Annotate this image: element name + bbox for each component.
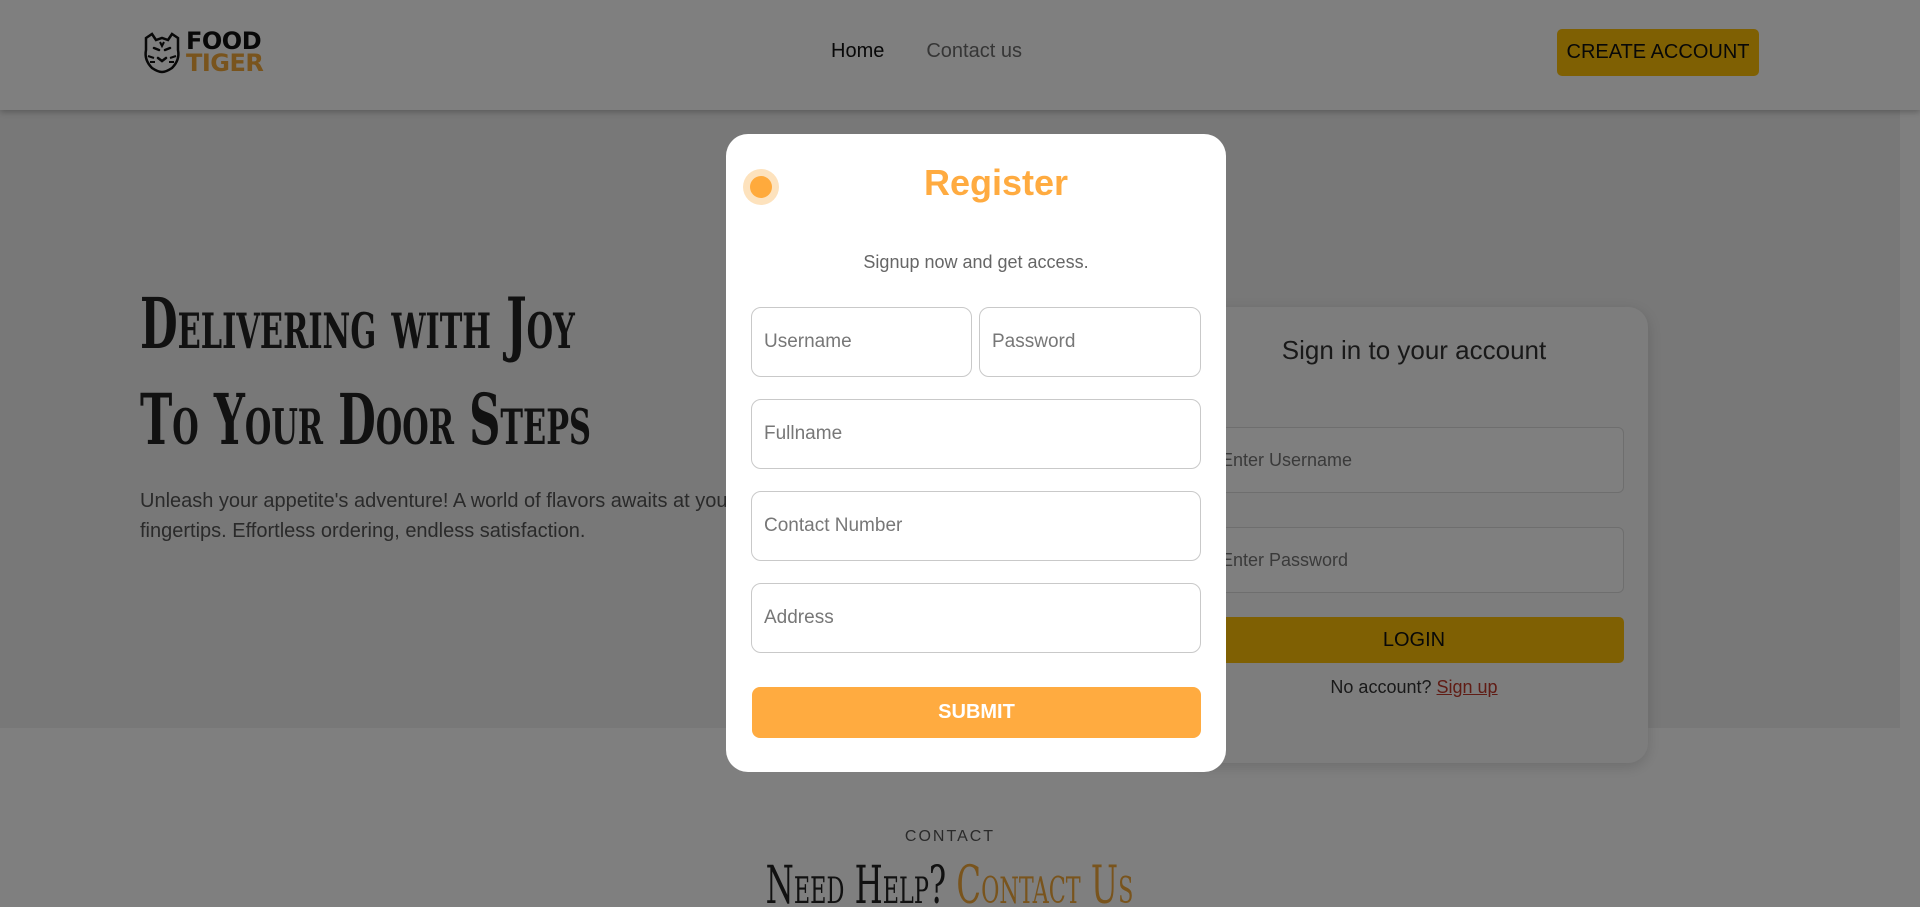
- register-username-input[interactable]: [751, 307, 972, 377]
- submit-button[interactable]: SUBMIT: [752, 687, 1201, 738]
- modal-title: Register: [923, 162, 1069, 203]
- register-password-input[interactable]: [979, 307, 1201, 377]
- register-address-input[interactable]: [751, 583, 1201, 653]
- register-modal: Register Signup now and get access. SUBM…: [726, 134, 1226, 772]
- modal-subtitle: Signup now and get access.: [863, 252, 1089, 272]
- register-contact-input[interactable]: [751, 491, 1201, 561]
- register-fullname-input[interactable]: [751, 399, 1201, 469]
